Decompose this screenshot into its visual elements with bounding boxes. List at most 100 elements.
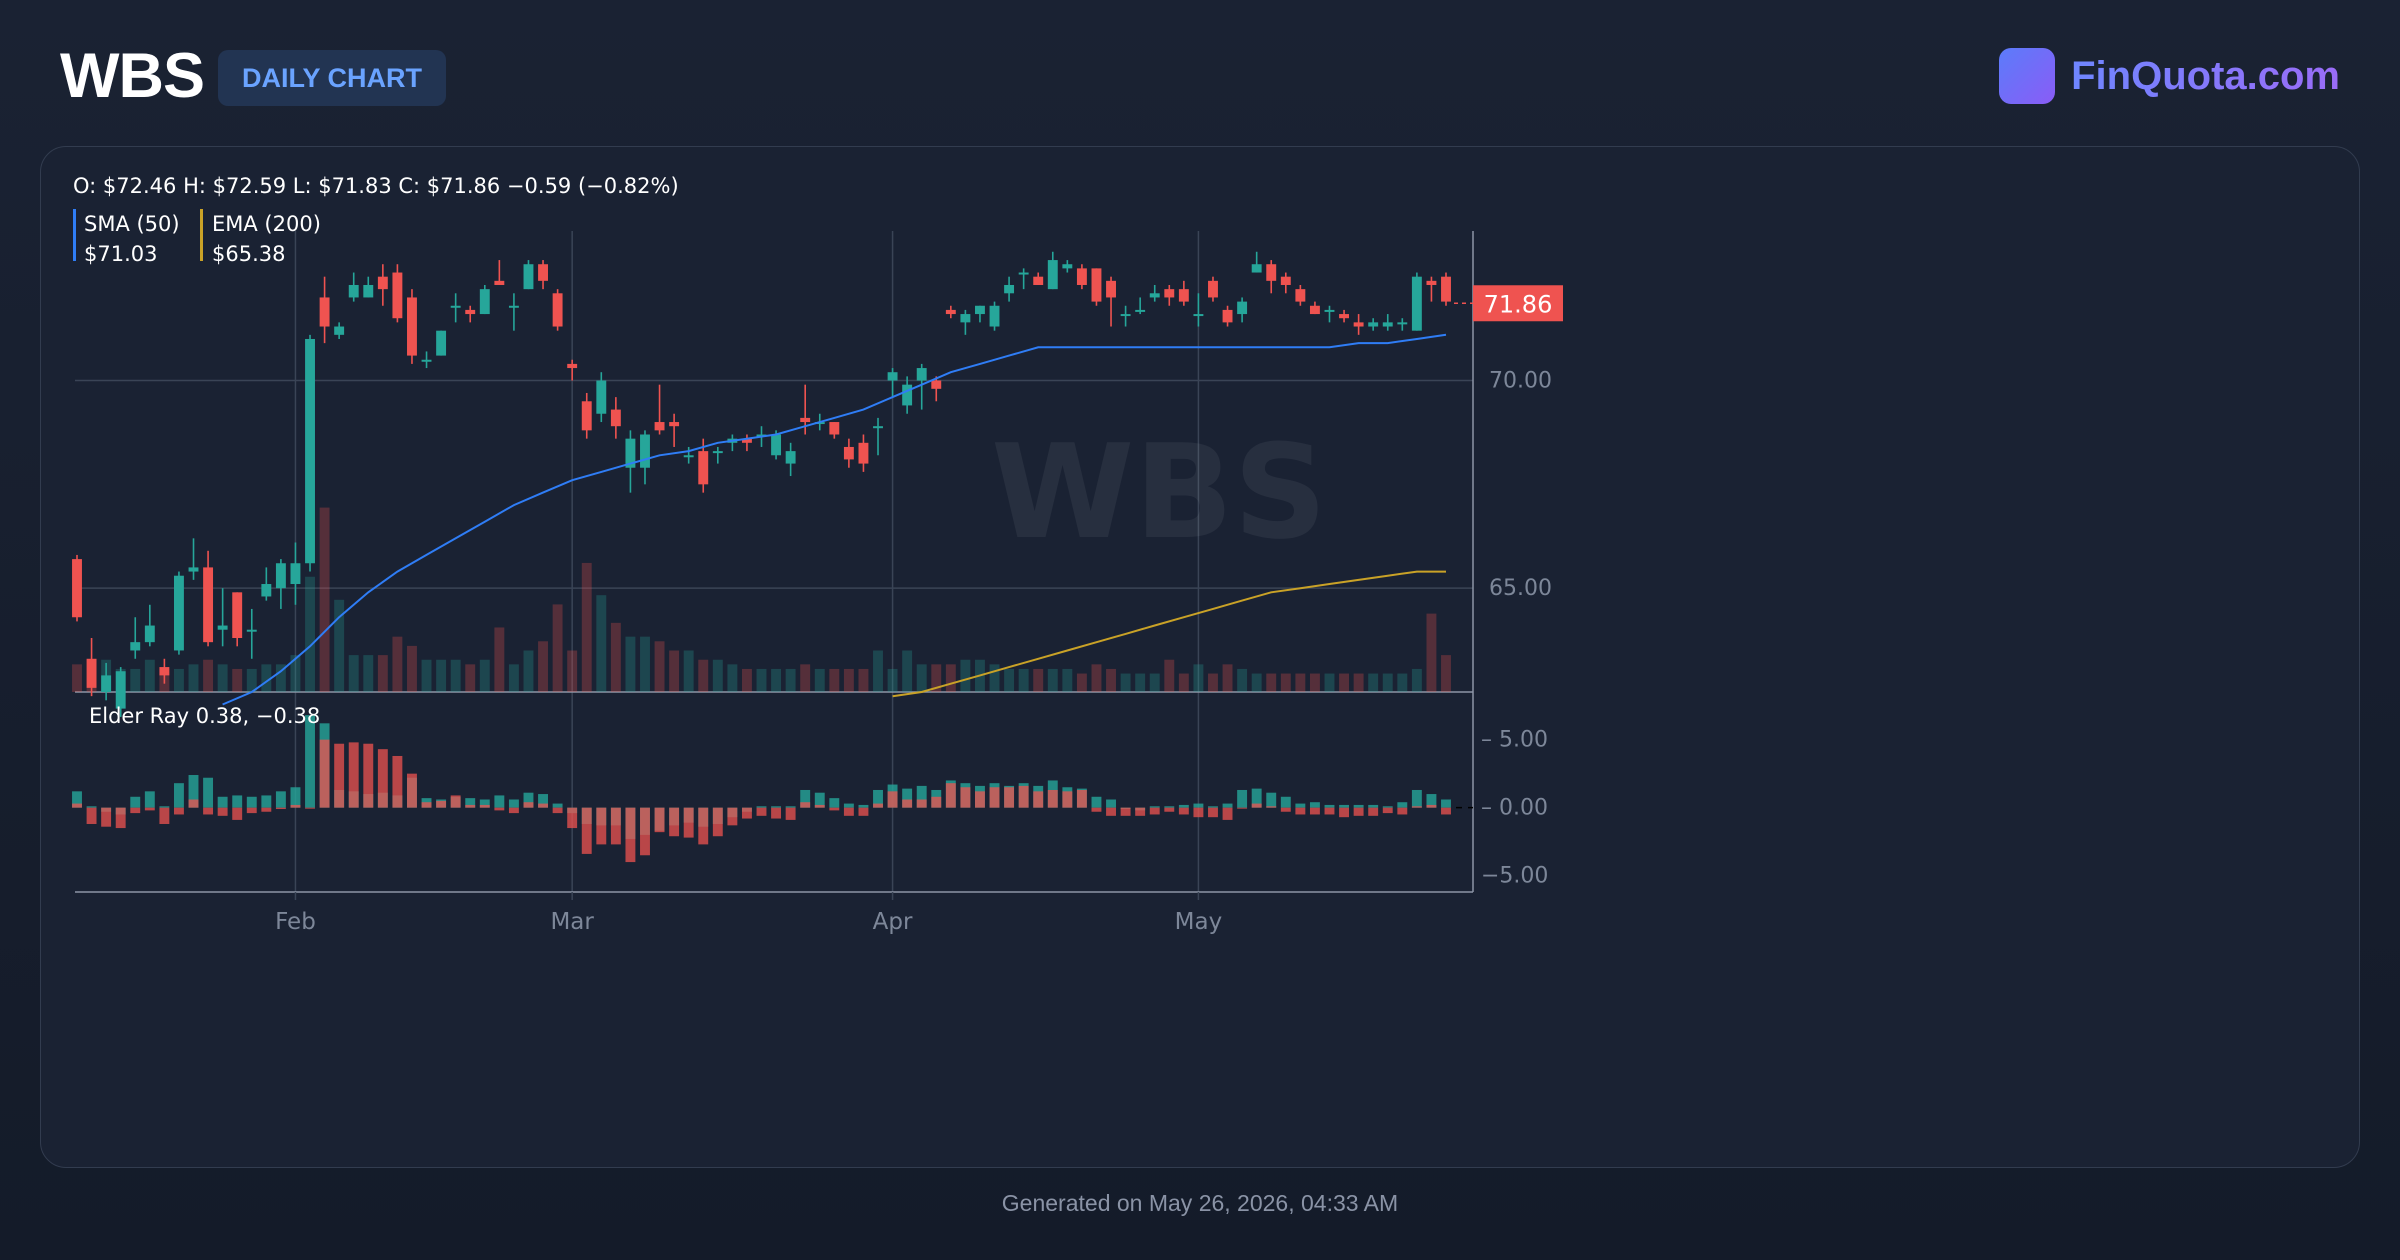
volume-bar [756,668,767,692]
bear-power-bar [479,804,490,808]
candle-body [829,422,840,435]
daily-chart-badge[interactable]: DAILY CHART [218,50,447,106]
bear-power-bar [945,783,956,808]
candle-body [1222,309,1233,323]
candle-body [989,305,1000,327]
bull-power-bar [130,796,141,808]
bear-power-bar [450,795,461,808]
volume-bar [203,659,214,692]
sma-legend-value: $71.03 [84,242,157,266]
candle-body [669,422,680,427]
bull-power-bar [1295,803,1306,808]
bull-power-bar [275,791,286,808]
volume-bar [479,659,490,692]
ema-legend-label: EMA (200) [212,212,321,236]
chart-svg[interactable]: WBS 70.00 65.00 – 5.00 – 0.00 −5.00 Feb Mar Apr… [41,147,2359,1167]
bear-power-bar [305,807,315,809]
volume-bar [843,668,854,692]
candle-body [173,575,184,651]
bear-power-bar [1397,807,1408,815]
brand[interactable]: FinQuota.com [1999,46,2340,106]
candle-body [392,272,403,319]
volume-bar [377,655,388,692]
bear-power-bar [902,799,913,808]
elder-ray-label: Elder Ray 0.38, −0.38 [89,704,320,728]
candle-body [640,434,650,468]
bear-power-bar [1164,807,1175,812]
bull-power-bar [508,799,519,808]
bear-power-bar [771,807,782,819]
candle-body [916,368,927,381]
bear-power-bar [508,807,519,814]
volume-bar [698,659,709,692]
candle-body [1266,264,1277,281]
bear-power-bar [1324,807,1335,815]
bear-power-bar [741,807,752,819]
bear-power-bar [275,807,286,810]
bull-power-bar [173,783,184,808]
candle-body [1324,309,1335,312]
bull-power-bar [494,795,505,808]
candle-body [1368,322,1379,327]
bull-power-bar [203,777,214,808]
volume-bar [1309,673,1320,692]
volume-bar [1339,673,1350,692]
volume-bar [348,655,359,692]
volume-bar [887,668,898,692]
header: WBS DAILY CHART FinQuota.com [0,0,2400,150]
candle-body [1353,322,1364,327]
candle-body [1426,280,1437,285]
volume-bar [567,650,578,692]
candle-body [1033,276,1044,285]
bear-power-bar [1106,807,1116,816]
ema-legend-swatch [200,209,203,261]
bear-power-bar [261,807,272,812]
bear-power-bar [101,807,112,827]
last-price-label: 71.86 [1484,290,1553,318]
volume-bar [1324,673,1335,692]
candle-body [1120,314,1131,317]
candle-body [159,667,170,676]
candle-body [115,671,126,709]
bear-power-bar [1062,791,1073,808]
candle-body [421,359,432,362]
bull-power-bar [829,798,840,808]
volume-bar [829,668,840,692]
bull-power-bar [86,806,97,808]
bear-power-bar [931,796,942,808]
volume-bar [1076,673,1087,692]
brand-name[interactable]: FinQuota.com [2071,54,2340,99]
bull-power-bar [1441,799,1451,808]
bear-power-bar [975,791,985,808]
volume-bar [1135,673,1146,692]
candle-body [581,401,592,431]
bear-power-bar [610,807,621,845]
candle-body [1208,280,1218,298]
candle-body [494,280,505,285]
candle-body [610,409,621,427]
candle-body [188,567,199,572]
bear-power-bar [86,807,97,824]
bull-power-bar [217,796,228,808]
bear-power-bar [188,799,199,808]
volume-bar [1295,673,1306,692]
volume-bar [494,627,505,692]
bull-power-bar [1339,804,1350,808]
bear-power-bar [203,807,214,815]
bear-power-bar [1004,787,1015,808]
bear-power-bar [1280,807,1291,812]
bear-power-bar [829,807,840,811]
bear-power-bar [916,799,927,808]
candle-body [771,434,782,456]
candle-body [873,426,883,429]
bear-power-bar [144,807,155,811]
bear-power-bar [1076,789,1087,808]
bear-power-bar [567,807,578,829]
candle-body [1411,276,1422,331]
candle-body [1062,264,1073,269]
bear-power-bar [1091,807,1102,812]
volume-bar [771,668,782,692]
bear-power-bar [1018,785,1029,808]
candle-body [785,451,796,464]
bear-power-bar [115,807,126,829]
